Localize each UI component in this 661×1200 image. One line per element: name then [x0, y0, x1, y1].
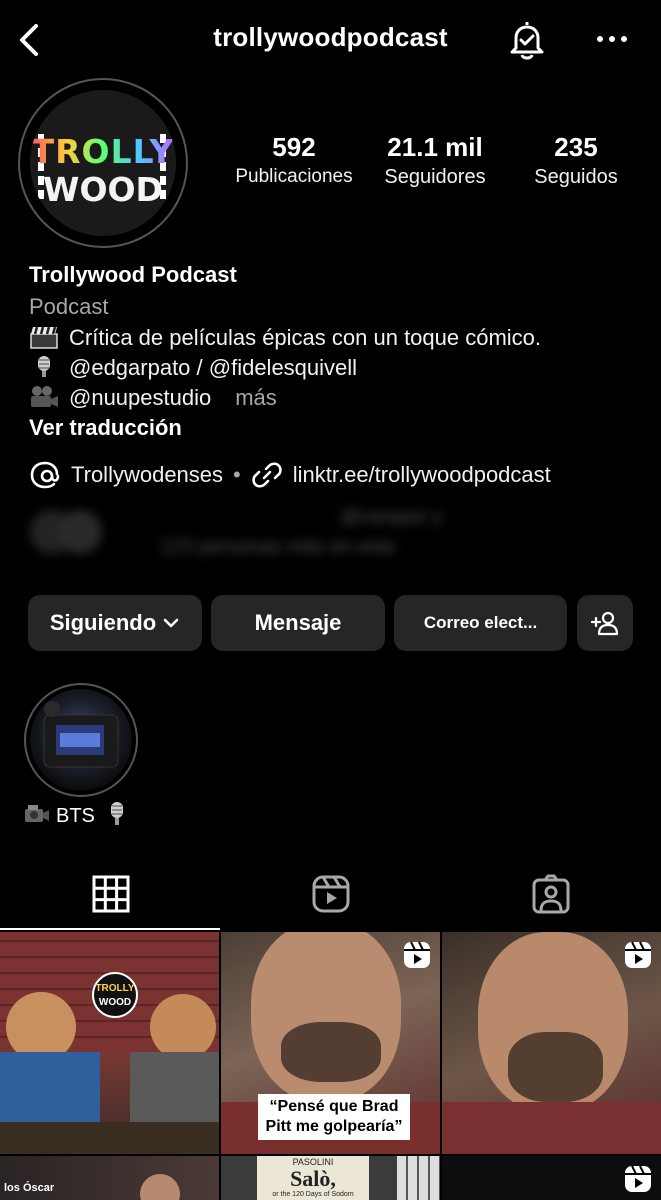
bio-mentions[interactable]: @edgarpato / @fidelesquivell: [69, 355, 357, 380]
highlight-title: BTS: [56, 805, 95, 827]
microphone-emoji-icon: [111, 802, 124, 825]
profile-username: trollywoodpodcast: [213, 22, 448, 52]
post1-logo: TROLLY WOOD: [92, 972, 138, 1018]
tagged-tab-icon[interactable]: [531, 874, 571, 914]
post3-shirt: [442, 1102, 661, 1154]
reel-indicator-icon: [404, 941, 430, 968]
see-translation-link[interactable]: Ver traducción: [29, 415, 182, 441]
more-options-icon[interactable]: [592, 24, 632, 54]
following-label: Seguidos: [534, 166, 618, 188]
post5-book-cover: PASOLINI Salò, or the 120 Days of Sodom: [257, 1156, 369, 1200]
bio-studio-mention[interactable]: @nuupestudio: [69, 385, 211, 410]
post-thumbnail-5[interactable]: PASOLINI Salò, or the 120 Days of Sodom: [221, 1156, 440, 1200]
chevron-down-icon: [163, 618, 179, 628]
mutual-followers-blurred[interactable]: @varqasr y 123 personas más en esto: [30, 506, 590, 564]
following-count: 235: [554, 132, 598, 162]
mutual-text-2: 123 personas más en esto: [160, 536, 396, 558]
post5-shelf: [397, 1156, 440, 1200]
post-thumbnail-2[interactable]: “Pensé que Brad Pitt me golpearía”: [221, 932, 440, 1154]
profile-links-row: Trollywodenses • linktr.ee/trollywoodpod…: [29, 460, 551, 490]
post-thumbnail-6[interactable]: [442, 1156, 661, 1200]
stat-followers[interactable]: 21.1 mil Seguidores: [370, 130, 500, 190]
host-2-face: [150, 994, 216, 1060]
message-button[interactable]: Mensaje: [211, 595, 385, 651]
following-button[interactable]: Siguiendo: [28, 595, 202, 651]
threads-icon: [30, 461, 60, 489]
bio-text-1: Crítica de películas épicas con un toque…: [69, 325, 542, 350]
avatar-logo-bottom: WOOD: [43, 170, 163, 209]
link-separator: •: [233, 462, 241, 487]
highlight-bts-cover[interactable]: [30, 689, 132, 791]
link-icon: [252, 462, 282, 488]
post4-text: los Óscar: [4, 1182, 55, 1194]
notification-bell-icon[interactable]: [506, 18, 548, 62]
reel-indicator-icon: [625, 1165, 651, 1192]
mutual-avatar-2: [58, 510, 102, 554]
mutual-text-1: @varqasr y: [340, 506, 443, 528]
profile-category: Podcast: [29, 294, 109, 319]
following-label: Siguiendo: [49, 610, 157, 635]
camera-screen-image: [43, 701, 119, 768]
profile-avatar[interactable]: TROLLY WOOD: [30, 90, 176, 236]
bio-line-3: @nuupestudio más: [29, 385, 277, 411]
reel-indicator-icon: [625, 941, 651, 968]
movie-camera-icon: [31, 386, 58, 407]
video-camera-emoji-icon: [25, 805, 49, 822]
posts-count: 592: [272, 132, 316, 162]
threads-link[interactable]: Trollywodenses: [71, 462, 223, 488]
email-button[interactable]: Correo elect...: [394, 595, 567, 651]
external-link[interactable]: linktr.ee/trollywoodpodcast: [293, 462, 551, 488]
host-2-shirt: [130, 1052, 219, 1132]
post4-face: [140, 1174, 180, 1200]
stat-posts[interactable]: 592 Publicaciones: [228, 130, 360, 190]
more-text-link[interactable]: más: [235, 385, 277, 410]
profile-display-name: Trollywood Podcast: [29, 262, 237, 287]
post2-caption: “Pensé que Brad Pitt me golpearía”: [258, 1094, 410, 1140]
clapperboard-icon: [30, 326, 58, 349]
posts-label: Publicaciones: [235, 166, 353, 187]
add-person-icon: [590, 611, 619, 636]
avatar-logo-top: TROLLY: [31, 132, 175, 171]
post-thumbnail-1[interactable]: TROLLY WOOD: [0, 932, 219, 1154]
bio-line-1: Crítica de películas épicas con un toque…: [29, 325, 541, 351]
active-tab-indicator: [0, 928, 220, 930]
desk: [0, 1122, 219, 1154]
post-thumbnail-3[interactable]: [442, 932, 661, 1154]
suggest-people-button[interactable]: [577, 595, 633, 651]
post3-beard: [508, 1032, 603, 1102]
bio-line-2: @edgarpato / @fidelesquivell: [29, 355, 357, 381]
stat-following[interactable]: 235 Seguidos: [516, 130, 636, 190]
microphone-icon: [38, 356, 50, 377]
reels-tab-icon[interactable]: [311, 874, 351, 914]
highlight-label: BTS: [24, 801, 128, 828]
post-thumbnail-4[interactable]: los Óscar: [0, 1156, 219, 1200]
post2-beard: [281, 1022, 381, 1082]
followers-label: Seguidores: [384, 166, 486, 188]
grid-tab-icon[interactable]: [91, 874, 131, 914]
followers-count: 21.1 mil: [387, 132, 483, 162]
